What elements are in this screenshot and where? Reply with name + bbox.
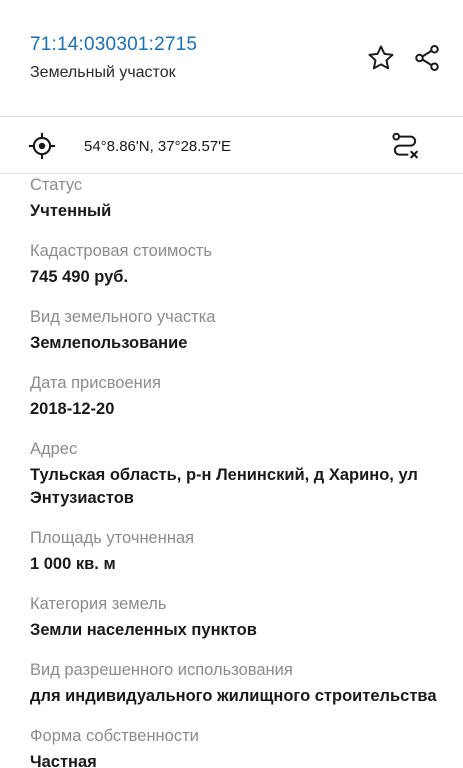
- field-label: Форма собственности: [30, 727, 199, 745]
- field-land-type: Вид земельного участка Землепользование: [30, 307, 450, 355]
- field-value: для индивидуального жилищного строительс…: [30, 687, 437, 705]
- field-ownership: Форма собственности Частная: [30, 726, 450, 768]
- field-label: Вид земельного участка: [30, 308, 216, 326]
- coordinates-text: 54°8.86'N, 37°28.57'E: [84, 138, 231, 155]
- field-area: Площадь уточненная 1 000 кв. м: [30, 528, 450, 576]
- share-icon: [415, 45, 439, 71]
- field-permitted-use: Вид разрешенного использования для индив…: [30, 660, 450, 708]
- field-address: Адрес Тульская область, р-н Ленинский, д…: [30, 439, 450, 510]
- field-value: 1 000 кв. м: [30, 555, 116, 573]
- route-icon: [392, 132, 418, 159]
- favorite-button[interactable]: [364, 41, 398, 75]
- locate-button[interactable]: [25, 129, 59, 163]
- field-status: Статус Учтенный: [30, 175, 450, 223]
- share-button[interactable]: [410, 41, 444, 75]
- field-value: Землепользование: [30, 334, 188, 352]
- field-label: Адрес: [30, 440, 78, 458]
- field-label: Категория земель: [30, 595, 167, 613]
- field-value: Земли населенных пунктов: [30, 621, 257, 639]
- field-label: Статус: [30, 176, 83, 194]
- field-label: Кадастровая стоимость: [30, 242, 212, 260]
- field-value: 745 490 руб.: [30, 268, 129, 286]
- field-value: Учтенный: [30, 202, 112, 220]
- field-value: 2018-12-20: [30, 400, 115, 418]
- object-type-label: Земельный участок: [30, 64, 176, 81]
- star-icon: [368, 45, 394, 70]
- cadastral-number-link[interactable]: 71:14:030301:2715: [30, 34, 197, 56]
- field-label: Площадь уточненная: [30, 529, 195, 547]
- crosshair-icon: [28, 132, 56, 160]
- property-details: Статус Учтенный Кадастровая стоимость 74…: [30, 175, 450, 768]
- field-cadastral-value: Кадастровая стоимость 745 490 руб.: [30, 241, 450, 289]
- field-assignment-date: Дата присвоения 2018-12-20: [30, 373, 450, 421]
- field-land-category: Категория земель Земли населенных пункто…: [30, 594, 450, 642]
- field-label: Дата присвоения: [30, 374, 161, 392]
- route-button[interactable]: [388, 129, 422, 163]
- field-label: Вид разрешенного использования: [30, 661, 293, 679]
- field-value: Частная: [30, 753, 97, 768]
- field-value: Тульская область, р-н Ленинский, д Харин…: [30, 466, 418, 507]
- cadastral-object-card: 71:14:030301:2715 Земельный участок 54°8…: [0, 0, 463, 768]
